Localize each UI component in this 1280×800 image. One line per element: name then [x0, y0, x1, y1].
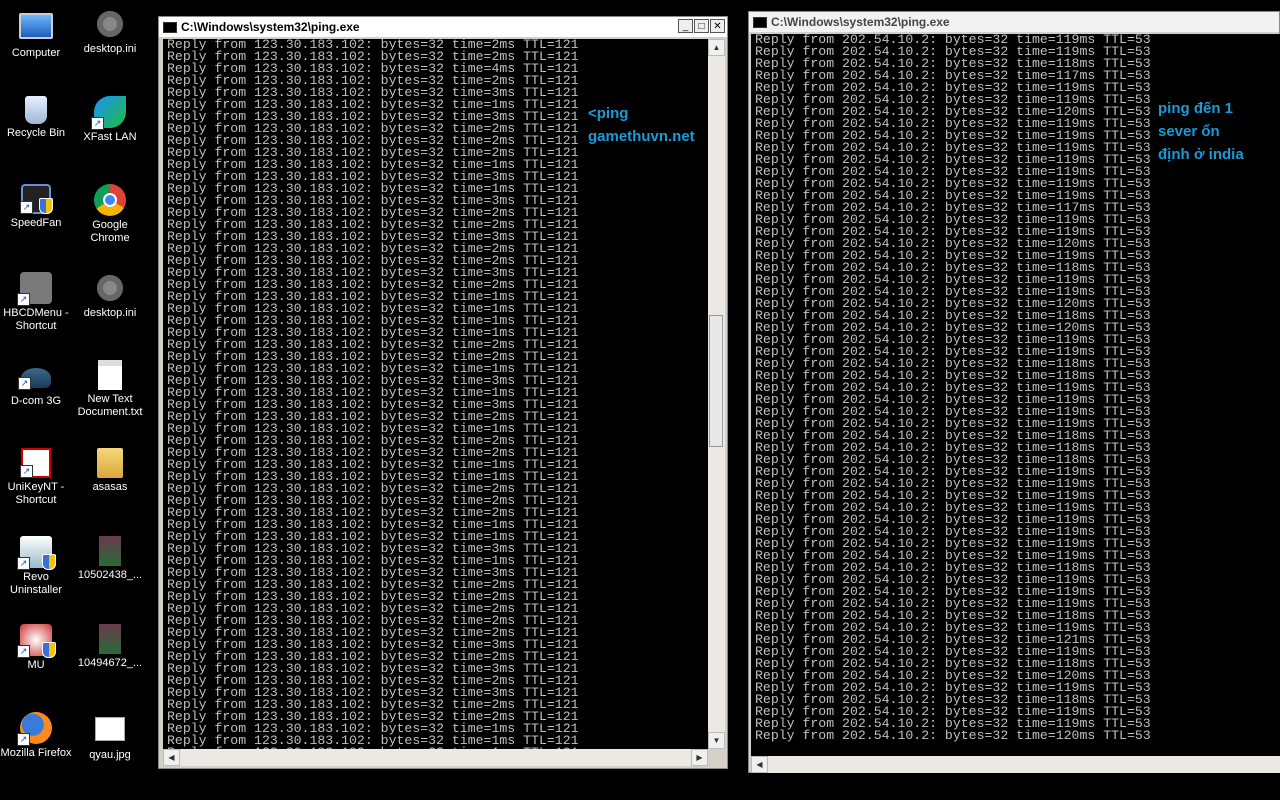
- desktop-icon[interactable]: ↗ Revo Uninstaller: [0, 536, 72, 597]
- title-bar[interactable]: C:\Windows\system32\ping.exe: [749, 12, 1279, 32]
- desktop-icon-label: qyau.jpg: [89, 749, 131, 761]
- desktop-icon-label: Recycle Bin: [6, 127, 66, 139]
- shortcut-arrow-icon: ↗: [17, 293, 30, 306]
- shortcut-arrow-icon: ↗: [17, 557, 30, 570]
- firefox-icon: ↗: [17, 712, 52, 746]
- desktop-icon-label: asasas: [92, 481, 128, 493]
- settings-file-icon: [97, 275, 123, 301]
- desktop-icon[interactable]: ↗ XFast LAN: [74, 96, 146, 144]
- horizontal-scrollbar[interactable]: ◀ ▶: [163, 749, 708, 766]
- computer-icon: [19, 13, 53, 39]
- desktop-icon-label: desktop.ini: [83, 43, 137, 55]
- desktop-icon[interactable]: ↗ Mozilla Firefox: [0, 712, 72, 760]
- console-app-icon: [163, 21, 177, 33]
- revo-icon: ↗: [17, 536, 56, 570]
- speedfan-icon: ↗: [20, 184, 53, 214]
- image-file-icon: [99, 624, 121, 654]
- uac-shield-icon: [42, 642, 56, 658]
- scroll-right-arrow-icon[interactable]: ▶: [691, 749, 708, 766]
- desktop-icon[interactable]: qyau.jpg: [74, 712, 146, 762]
- desktop-icon-label: New Text Document.txt: [77, 393, 143, 418]
- desktop-icon[interactable]: asasas: [74, 448, 146, 494]
- scroll-up-arrow-icon[interactable]: ▲: [708, 39, 725, 56]
- desktop-icon-label: SpeedFan: [10, 217, 62, 229]
- vertical-scrollbar[interactable]: ▲ ▼: [708, 39, 725, 749]
- console-app-icon: [753, 16, 767, 28]
- maximize-button[interactable]: □: [694, 19, 709, 33]
- dcom-icon: ↗: [18, 368, 51, 390]
- settings-file-icon: [97, 11, 123, 37]
- desktop-icon-label: UniKeyNT - Shortcut: [7, 481, 65, 506]
- hbcd-icon: ↗: [17, 272, 52, 306]
- desktop-icon-label: Revo Uninstaller: [10, 571, 62, 596]
- window-title: C:\Windows\system32\ping.exe: [181, 20, 360, 34]
- desktop-icon[interactable]: Google Chrome: [74, 184, 146, 245]
- desktop-icon-label: Mozilla Firefox: [0, 747, 72, 759]
- title-bar[interactable]: C:\Windows\system32\ping.exe _ □ ✕: [159, 17, 727, 37]
- annotation-ping-india: ping đến 1 sever ổn định ở india: [1158, 100, 1244, 163]
- mu-game-icon: ↗: [17, 624, 56, 658]
- desktop-icon-label: 10494672_...: [77, 657, 143, 669]
- scroll-left-arrow-icon[interactable]: ◀: [163, 749, 180, 766]
- image-file-icon: [99, 536, 121, 566]
- shortcut-arrow-icon: ↗: [20, 465, 33, 478]
- desktop-icon-label: desktop.ini: [83, 307, 137, 319]
- desktop-icon[interactable]: ↗ HBCDMenu - Shortcut: [0, 272, 72, 333]
- folder-icon: [97, 448, 123, 478]
- desktop-icon-label: D-com 3G: [10, 395, 62, 407]
- close-button[interactable]: ✕: [710, 19, 725, 33]
- desktop-icon[interactable]: 10502438_...: [74, 536, 146, 582]
- desktop-icon-label: Google Chrome: [90, 219, 130, 244]
- desktop-icon[interactable]: ↗ SpeedFan: [0, 184, 72, 230]
- desktop-icon[interactable]: New Text Document.txt: [74, 360, 146, 419]
- desktop-icon[interactable]: ↗ D-com 3G: [0, 360, 72, 408]
- desktop-icon[interactable]: desktop.ini: [74, 8, 146, 56]
- desktop-icon-label: Computer: [11, 47, 61, 59]
- scroll-down-arrow-icon[interactable]: ▼: [708, 732, 725, 749]
- horizontal-scrollbar[interactable]: ◀: [751, 756, 1280, 773]
- shortcut-arrow-icon: ↗: [20, 201, 33, 214]
- xfast-lan-icon: ↗: [91, 96, 126, 130]
- desktop-icon-label: MU: [27, 659, 45, 671]
- scroll-left-arrow-icon[interactable]: ◀: [751, 756, 768, 773]
- chrome-icon: [94, 184, 126, 216]
- desktop-icon[interactable]: ↗ MU: [0, 624, 72, 672]
- shortcut-arrow-icon: ↗: [17, 645, 30, 658]
- uac-shield-icon: [39, 198, 53, 214]
- desktop-icon[interactable]: desktop.ini: [74, 272, 146, 320]
- desktop-icon[interactable]: Computer: [0, 8, 72, 60]
- text-document-icon: [98, 360, 122, 390]
- desktop-icon-label: 10502438_...: [77, 569, 143, 581]
- desktop-icon[interactable]: ↗ UniKeyNT - Shortcut: [0, 448, 72, 507]
- unikey-icon: ↗: [20, 448, 51, 478]
- desktop-icon[interactable]: 10494672_...: [74, 624, 146, 670]
- uac-shield-icon: [42, 554, 56, 570]
- minimize-button[interactable]: _: [678, 19, 693, 33]
- image-file-icon: [95, 717, 125, 741]
- desktop-icon-label: HBCDMenu - Shortcut: [3, 307, 69, 332]
- recycle-bin-icon: [25, 96, 47, 124]
- desktop-icon-label: XFast LAN: [83, 131, 137, 143]
- annotation-ping-gamethuvn: <ping gamethuvn.net: [588, 105, 695, 145]
- window-title: C:\Windows\system32\ping.exe: [771, 15, 950, 29]
- scrollbar-thumb[interactable]: [709, 315, 723, 447]
- shortcut-arrow-icon: ↗: [91, 117, 104, 130]
- desktop-icon[interactable]: Recycle Bin: [0, 96, 72, 140]
- shortcut-arrow-icon: ↗: [17, 733, 30, 746]
- shortcut-arrow-icon: ↗: [18, 377, 31, 390]
